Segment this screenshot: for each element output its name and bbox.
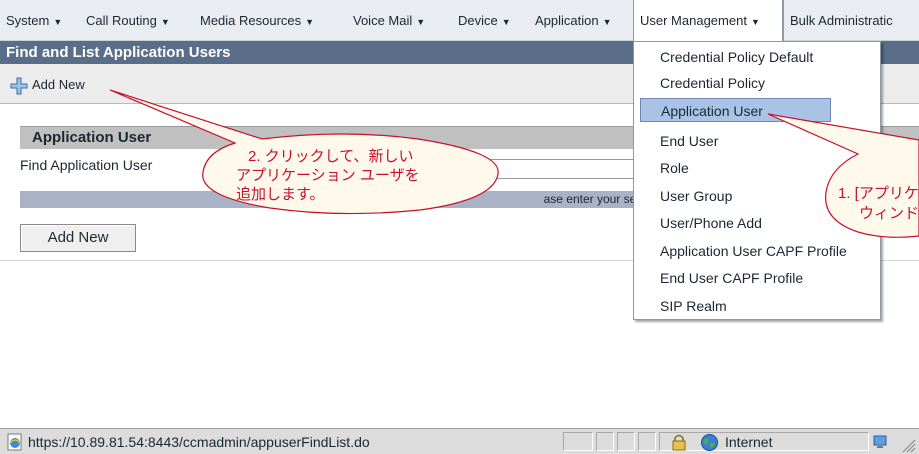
ie-page-icon [7,433,22,451]
menu-media-resources[interactable]: Media Resources ▼ [200,0,314,41]
caret-down-icon: ▼ [160,17,170,27]
callout-text-left-line1: 2. クリックして、新しい [248,148,414,165]
dropdown-item-role[interactable]: Role [660,156,689,180]
add-icon [10,77,28,95]
dropdown-item-credential-policy-default[interactable]: Credential Policy Default [660,45,813,69]
dropdown-item-user-phone-add[interactable]: User/Phone Add [660,211,762,235]
menu-label: Application [535,13,599,28]
menu-voice-mail[interactable]: Voice Mail ▼ [353,0,425,41]
add-new-button[interactable]: Add New [20,224,136,252]
add-new-label: Add New [32,77,85,92]
add-new-link[interactable]: Add New [10,76,85,95]
menu-label: Call Routing [86,13,157,28]
menu-system[interactable]: System ▼ [6,0,62,41]
dropdown-item-application-user[interactable]: Application User [640,98,831,122]
dropdown-item-user-group[interactable]: User Group [660,184,732,208]
menu-label: User Management [640,13,747,28]
menu-label: Bulk Administratic [790,13,893,28]
globe-icon [701,434,718,451]
caret-down-icon: ▼ [501,17,511,27]
dropdown-item-sip-realm[interactable]: SIP Realm [660,294,727,318]
status-bar: https://10.89.81.54:8443/ccmadmin/appuse… [0,428,919,454]
caret-down-icon: ▼ [750,17,760,27]
menu-label: Media Resources [200,13,302,28]
menu-user-management[interactable]: User Management ▼ [633,0,783,41]
menu-call-routing[interactable]: Call Routing ▼ [86,0,170,41]
dropdown-item-end-user[interactable]: End User [660,129,718,153]
dropdown-item-end-user-capf-profile[interactable]: End User CAPF Profile [660,266,803,290]
caret-down-icon: ▼ [602,17,612,27]
dropdown-item-credential-policy[interactable]: Credential Policy [660,71,765,95]
menu-label: System [6,13,50,28]
find-label: Find Application User [20,157,153,173]
user-management-dropdown: Credential Policy Default Credential Pol… [633,41,881,320]
status-url: https://10.89.81.54:8443/ccmadmin/appuse… [28,434,370,450]
computer-icon [873,435,887,448]
menu-application[interactable]: Application ▼ [535,0,612,41]
status-pane [638,432,656,451]
menu-bulk-administration[interactable]: Bulk Administratic [783,0,893,41]
caret-down-icon: ▼ [305,17,315,27]
menu-bar: System ▼ Call Routing ▼ Media Resources ▼ V… [0,0,919,41]
resize-grip-icon[interactable] [900,437,916,453]
menu-label: Device [458,13,498,28]
caret-down-icon: ▼ [53,17,63,27]
lock-icon [672,434,686,451]
status-pane [563,432,593,451]
dropdown-item-application-user-capf-profile[interactable]: Application User CAPF Profile [660,239,847,263]
status-pane [596,432,614,451]
callout-text-left-line3: 追加します。 [236,186,325,203]
status-pane [617,432,635,451]
callout-text-right-line1: 1. [アプリケ [838,185,919,202]
callout-text-left-line2: アプリケーション ユーザを [236,167,420,184]
menu-device[interactable]: Device ▼ [458,0,511,41]
zone-label: Internet [725,434,773,450]
menu-label: Voice Mail [353,13,413,28]
caret-down-icon: ▼ [416,17,426,27]
callout-text-right-line2: ウィンド [859,205,919,222]
